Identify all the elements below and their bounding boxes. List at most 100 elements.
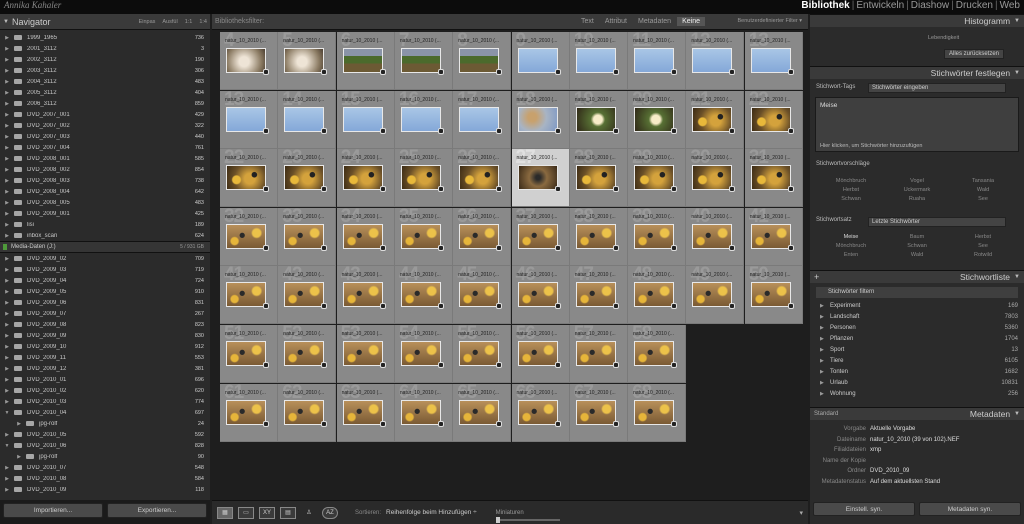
thumbnail-cell[interactable]: 42 natur_10_2010 (...	[278, 266, 337, 325]
thumbnail-cell[interactable]: 13 natur_10_2010 (...	[220, 90, 278, 149]
metadata-badge-icon[interactable]	[554, 127, 561, 134]
folder-row[interactable]: ▶ DVD_2008_004 642	[0, 186, 210, 197]
photo-thumbnail[interactable]	[400, 48, 441, 73]
collapsed-triangle-icon[interactable]: ▶	[0, 322, 14, 328]
thumbnail-cell[interactable]: 10 natur_10_2010 (...	[569, 32, 628, 90]
folder-row[interactable]: ▶ DVD_2009_001 425	[0, 208, 210, 219]
thumbnail-cell[interactable]: 5 natur_10_2010 (...	[278, 32, 337, 90]
metadata-badge-icon[interactable]	[263, 420, 269, 427]
photo-thumbnail[interactable]	[226, 341, 266, 366]
metadata-badge-icon[interactable]	[729, 69, 736, 75]
thumbnail-cell[interactable]: 33 natur_10_2010 (...	[278, 207, 337, 266]
metadata-badge-icon[interactable]	[496, 244, 503, 251]
folder-row[interactable]: ▶ DVD_2010_01 696	[0, 374, 210, 385]
photo-thumbnail[interactable]	[226, 48, 266, 73]
keyword-list-item[interactable]: ▶ Experiment 169	[810, 300, 1024, 311]
collapsed-triangle-icon[interactable]: ▶	[0, 57, 14, 63]
module-entwickeln[interactable]: Entwickeln	[856, 0, 904, 11]
collapsed-triangle-icon[interactable]: ▶	[0, 200, 14, 206]
photo-thumbnail[interactable]	[400, 341, 441, 366]
thumbnail-cell[interactable]: 51 natur_10_2010 (...	[220, 325, 278, 383]
metadata-badge-icon[interactable]	[379, 303, 386, 310]
filter-tab-text[interactable]: Text	[576, 17, 599, 26]
thumbnail-cell[interactable]: 20 natur_10_2010 (...	[628, 90, 687, 149]
thumbnail-cell[interactable]: 65 natur_10_2010 (...	[453, 383, 512, 442]
metadata-badge-icon[interactable]	[671, 244, 678, 251]
keyword-list-header[interactable]: + Stichwortliste ▼	[810, 270, 1024, 283]
photo-thumbnail[interactable]	[634, 341, 675, 366]
metadata-badge-icon[interactable]	[321, 362, 328, 368]
metadata-badge-icon[interactable]	[496, 362, 503, 368]
metadata-badge-icon[interactable]	[379, 186, 386, 193]
collapsed-triangle-icon[interactable]: ▶	[0, 145, 14, 151]
folder-row[interactable]: ▶ 2006_3112 859	[0, 98, 210, 109]
metadata-badge-icon[interactable]	[496, 420, 503, 427]
metadata-badge-icon[interactable]	[554, 362, 561, 368]
survey-view-icon[interactable]: ▤	[280, 506, 296, 519]
sync-metadata-button[interactable]: Metadaten syn.	[919, 502, 1021, 516]
metadata-badge-icon[interactable]	[263, 186, 269, 193]
photo-thumbnail[interactable]	[692, 282, 733, 308]
thumbnail-cell[interactable]: 35 natur_10_2010 (...	[394, 207, 453, 266]
metadata-badge-icon[interactable]	[379, 362, 386, 368]
folder-row[interactable]: ▶ DVD_2009_10 912	[0, 341, 210, 352]
thumbnail-cell[interactable]: 22 natur_10_2010 (...	[220, 149, 278, 208]
thumbnail-cell[interactable]: 63 natur_10_2010 (...	[336, 383, 395, 442]
metadata-value[interactable]: Aktuelle Vorgabe	[870, 426, 915, 432]
photo-thumbnail[interactable]	[284, 399, 325, 425]
collapsed-triangle-icon[interactable]: ▶	[0, 189, 14, 195]
expand-triangle-icon[interactable]: ▶	[820, 391, 830, 397]
expand-triangle-icon[interactable]: ▶	[820, 314, 830, 320]
collapsed-triangle-icon[interactable]: ▶	[0, 476, 14, 482]
expand-triangle-icon[interactable]: ▶	[820, 336, 830, 342]
photo-thumbnail[interactable]	[575, 399, 616, 425]
thumbnail-size-slider[interactable]	[495, 518, 560, 521]
folder-row[interactable]: ▶ DVD_2009_11 553	[0, 352, 210, 363]
collapsed-triangle-icon[interactable]: ▶	[0, 178, 14, 184]
metadata-badge-icon[interactable]	[554, 186, 561, 193]
collapsed-triangle-icon[interactable]: ▶	[0, 465, 14, 471]
thumbnail-cell[interactable]: 30 natur_10_2010 (...	[686, 149, 745, 208]
metadata-badge-icon[interactable]	[787, 244, 794, 251]
folder-row[interactable]: ▶ DVD_2009_06 831	[0, 297, 210, 308]
navigator-zoom-option[interactable]: Ausfül	[162, 19, 177, 25]
expanded-triangle-icon[interactable]: ▼	[0, 410, 14, 416]
keyword-list-item[interactable]: ▶ Personen 5360	[810, 322, 1024, 333]
expanded-triangle-icon[interactable]: ▼	[0, 443, 14, 449]
photo-thumbnail[interactable]	[284, 48, 325, 73]
photo-thumbnail[interactable]	[517, 106, 558, 132]
collapsed-triangle-icon[interactable]: ▶	[0, 167, 14, 173]
collapsed-triangle-icon[interactable]: ▶	[0, 366, 14, 372]
histogram-header[interactable]: Histogramm ▼	[810, 14, 1024, 27]
metadata-badge-icon[interactable]	[263, 362, 269, 368]
loupe-view-icon[interactable]: ▭	[238, 506, 254, 519]
folder-row[interactable]: ▶ jpg-rolf 24	[0, 418, 210, 429]
collapsed-triangle-icon[interactable]: ▶	[0, 300, 14, 306]
photo-thumbnail[interactable]	[342, 341, 383, 366]
collapsed-triangle-icon[interactable]: ▶	[12, 454, 26, 460]
folder-row[interactable]: ▶ inbox_scan 624	[0, 230, 210, 241]
metadata-badge-icon[interactable]	[379, 127, 386, 134]
grid-view-icon[interactable]: ▦	[217, 506, 233, 519]
import-button[interactable]: Importieren...	[3, 503, 103, 518]
folder-row[interactable]: ▶ DVD_2008_003 738	[0, 175, 210, 186]
keyword-option[interactable]: Baum	[884, 234, 950, 240]
photo-thumbnail[interactable]	[342, 223, 383, 249]
metadata-badge-icon[interactable]	[437, 362, 444, 368]
keyword-list-item[interactable]: ▶ Tiere 6105	[810, 355, 1024, 366]
module-bibliothek[interactable]: Bibliothek	[801, 0, 849, 11]
filter-tab-keine[interactable]: Keine	[677, 17, 705, 26]
expand-triangle-icon[interactable]: ▶	[820, 380, 830, 386]
metadata-badge-icon[interactable]	[321, 69, 328, 75]
collapsed-triangle-icon[interactable]: ▶	[12, 421, 26, 427]
thumbnail-cell[interactable]: 68 natur_10_2010 (...	[628, 383, 687, 442]
folder-row[interactable]: ▶ DVD_2009_03 719	[0, 264, 210, 275]
folder-row[interactable]: ▶ 2003_3112 306	[0, 65, 210, 76]
thumbnail-cell[interactable]: 36 natur_10_2010 (...	[453, 207, 512, 266]
metadata-badge-icon[interactable]	[671, 186, 678, 193]
folder-row[interactable]: ▶ lisi 189	[0, 219, 210, 230]
photo-thumbnail[interactable]	[750, 282, 791, 308]
keyword-option[interactable]: Mönchbruch	[818, 178, 884, 184]
photo-thumbnail[interactable]	[575, 341, 616, 366]
keyword-list-item[interactable]: ▶ Pflanzen 1704	[810, 333, 1024, 344]
